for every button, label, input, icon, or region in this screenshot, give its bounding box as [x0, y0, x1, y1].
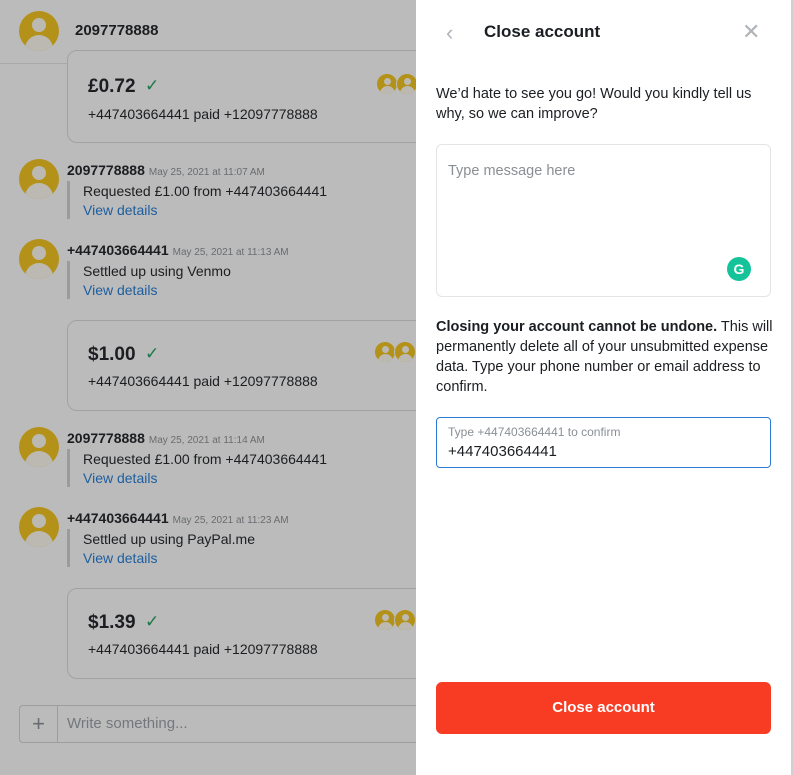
close-account-button[interactable]: Close account — [436, 682, 771, 734]
grammarly-icon[interactable]: G — [727, 257, 751, 281]
warning-bold: Closing your account cannot be undone. — [436, 319, 718, 335]
intro-text: We’d hate to see you go! Would you kindl… — [436, 86, 752, 122]
close-account-panel: ‹ Close account ✕ We’d hate to see you g… — [416, 0, 793, 775]
warning-text: Closing your account cannot be undone. T… — [436, 317, 776, 397]
confirm-label: Type +447403664441 to confirm — [448, 425, 621, 439]
feedback-placeholder: Type message here — [448, 163, 576, 179]
modal-overlay[interactable] — [0, 0, 416, 775]
confirm-value[interactable]: +447403664441 — [448, 443, 557, 460]
chat-area: 2097778888 £0.72 ✓ +447403664441 paid +1… — [0, 0, 416, 775]
close-icon[interactable]: ✕ — [742, 19, 760, 45]
back-chevron-icon[interactable]: ‹ — [446, 20, 453, 46]
panel-title: Close account — [484, 22, 601, 41]
feedback-textarea[interactable]: Type message here G — [436, 144, 771, 297]
confirm-input[interactable]: Type +447403664441 to confirm +447403664… — [436, 417, 771, 468]
